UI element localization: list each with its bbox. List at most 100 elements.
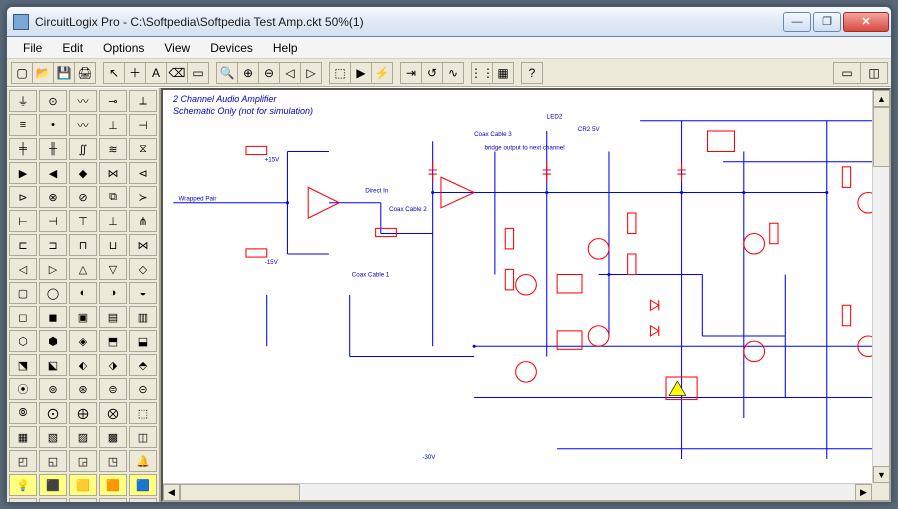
palette-component-77[interactable]: ◲ <box>69 450 97 472</box>
palette-component-80[interactable]: 💡 <box>9 474 37 496</box>
menu-help[interactable]: Help <box>263 37 308 58</box>
save-file[interactable]: 💾 <box>53 62 75 84</box>
rotate-right[interactable]: ▷ <box>300 62 322 84</box>
palette-component-27[interactable]: ⊤ <box>69 210 97 232</box>
palette-component-26[interactable]: ⊣ <box>39 210 67 232</box>
scrollbar-horizontal[interactable]: ◀ ▶ <box>163 483 872 500</box>
palette-component-68[interactable]: ⨂ <box>99 402 127 424</box>
maximize-button[interactable]: ❐ <box>813 12 841 32</box>
schematic-canvas[interactable]: Wrapped Pair Direct In Coax Cable 2 Coax… <box>161 88 891 502</box>
palette-component-44[interactable]: ◒ <box>129 282 157 304</box>
palette-component-37[interactable]: △ <box>69 258 97 280</box>
palette-component-3[interactable]: ⊸ <box>99 90 127 112</box>
palette-component-22[interactable]: ⊘ <box>69 186 97 208</box>
menu-view[interactable]: View <box>154 37 200 58</box>
palette-component-70[interactable]: ▦ <box>9 426 37 448</box>
palette-component-34[interactable]: ⋈ <box>129 234 157 256</box>
close-button[interactable]: ✕ <box>843 12 889 32</box>
scroll-thumb-horizontal[interactable] <box>180 484 300 501</box>
display-tool[interactable]: ▦ <box>492 62 514 84</box>
reset-tool[interactable]: ↺ <box>421 62 443 84</box>
palette-component-23[interactable]: ⧉ <box>99 186 127 208</box>
palette-component-50[interactable]: ⬡ <box>9 330 37 352</box>
palette-component-33[interactable]: ⊔ <box>99 234 127 256</box>
palette-component-17[interactable]: ◆ <box>69 162 97 184</box>
wire-tool[interactable]: ＋ <box>124 62 146 84</box>
help-tool[interactable]: ? <box>521 62 543 84</box>
trace-tool[interactable]: ∿ <box>442 62 464 84</box>
scroll-thumb-vertical[interactable] <box>873 107 890 167</box>
palette-component-28[interactable]: ⊥ <box>99 210 127 232</box>
palette-component-31[interactable]: ⊐ <box>39 234 67 256</box>
palette-component-65[interactable]: ⦾ <box>9 402 37 424</box>
palette-component-15[interactable]: ▶ <box>9 162 37 184</box>
palette-component-21[interactable]: ⊗ <box>39 186 67 208</box>
palette-component-20[interactable]: ⊳ <box>9 186 37 208</box>
run-sim[interactable]: ▶ <box>350 62 372 84</box>
palette-component-60[interactable]: ⦿ <box>9 378 37 400</box>
chip-view[interactable]: ▭ <box>833 62 861 84</box>
palette-component-61[interactable]: ⊚ <box>39 378 67 400</box>
palette-component-30[interactable]: ⊏ <box>9 234 37 256</box>
palette-component-73[interactable]: ▩ <box>99 426 127 448</box>
scroll-left-button[interactable]: ◀ <box>163 484 180 501</box>
palette-component-11[interactable]: ╫ <box>39 138 67 160</box>
palette-component-45[interactable]: ◻ <box>9 306 37 328</box>
palette-component-74[interactable]: ◫ <box>129 426 157 448</box>
palette-component-89[interactable]: ⫴ <box>129 498 157 502</box>
board-view[interactable]: ◫ <box>860 62 888 84</box>
palette-component-4[interactable]: ⟂ <box>129 90 157 112</box>
palette-component-66[interactable]: ⨀ <box>39 402 67 424</box>
step-tool[interactable]: ⇥ <box>400 62 422 84</box>
palette-component-76[interactable]: ◱ <box>39 450 67 472</box>
palette-component-35[interactable]: ◁ <box>9 258 37 280</box>
palette-component-87[interactable]: ═ <box>69 498 97 502</box>
palette-component-56[interactable]: ⬕ <box>39 354 67 376</box>
palette-component-83[interactable]: 🟧 <box>99 474 127 496</box>
palette-component-79[interactable]: 🔔 <box>129 450 157 472</box>
palette-component-54[interactable]: ⬓ <box>129 330 157 352</box>
palette-component-18[interactable]: ⋈ <box>99 162 127 184</box>
palette-component-81[interactable]: ⬛ <box>39 474 67 496</box>
scrollbar-vertical[interactable]: ▲ ▼ <box>872 90 889 483</box>
zoom-tool[interactable]: 🔍 <box>216 62 238 84</box>
palette-component-7[interactable]: 〰 <box>69 114 97 136</box>
palette-component-13[interactable]: ≋ <box>99 138 127 160</box>
titlebar[interactable]: CircuitLogix Pro - C:\Softpedia\Softpedi… <box>7 7 891 37</box>
palette-component-82[interactable]: 🟨 <box>69 474 97 496</box>
palette-component-46[interactable]: ◼ <box>39 306 67 328</box>
palette-component-75[interactable]: ◰ <box>9 450 37 472</box>
menu-devices[interactable]: Devices <box>200 37 263 58</box>
palette-component-86[interactable]: ▬ <box>39 498 67 502</box>
palette-component-41[interactable]: ◯ <box>39 282 67 304</box>
scroll-right-button[interactable]: ▶ <box>855 484 872 501</box>
palette-component-62[interactable]: ⊛ <box>69 378 97 400</box>
palette-component-36[interactable]: ▷ <box>39 258 67 280</box>
palette-component-2[interactable]: 〰 <box>69 90 97 112</box>
palette-component-29[interactable]: ⋔ <box>129 210 157 232</box>
palette-component-58[interactable]: ⬗ <box>99 354 127 376</box>
palette-component-19[interactable]: ⊲ <box>129 162 157 184</box>
menu-edit[interactable]: Edit <box>52 37 93 58</box>
palette-component-16[interactable]: ◀ <box>39 162 67 184</box>
palette-component-24[interactable]: ≻ <box>129 186 157 208</box>
palette-component-59[interactable]: ⬘ <box>129 354 157 376</box>
palette-component-32[interactable]: ⊓ <box>69 234 97 256</box>
palette-component-52[interactable]: ◈ <box>69 330 97 352</box>
rotate-left[interactable]: ◁ <box>279 62 301 84</box>
palette-component-40[interactable]: ▢ <box>9 282 37 304</box>
palette-component-51[interactable]: ⬢ <box>39 330 67 352</box>
macro-tool[interactable]: ⬚ <box>329 62 351 84</box>
palette-component-53[interactable]: ⬒ <box>99 330 127 352</box>
palette-component-8[interactable]: ⊥ <box>99 114 127 136</box>
palette-component-78[interactable]: ◳ <box>99 450 127 472</box>
palette-component-48[interactable]: ▤ <box>99 306 127 328</box>
palette-component-64[interactable]: ⊝ <box>129 378 157 400</box>
scroll-up-button[interactable]: ▲ <box>873 90 890 107</box>
palette-component-49[interactable]: ▥ <box>129 306 157 328</box>
palette-component-63[interactable]: ⊜ <box>99 378 127 400</box>
print[interactable]: 🖨 <box>74 62 96 84</box>
palette-component-0[interactable]: ⏚ <box>9 90 37 112</box>
zoom-in[interactable]: ⊕ <box>237 62 259 84</box>
palette-component-84[interactable]: 🟦 <box>129 474 157 496</box>
